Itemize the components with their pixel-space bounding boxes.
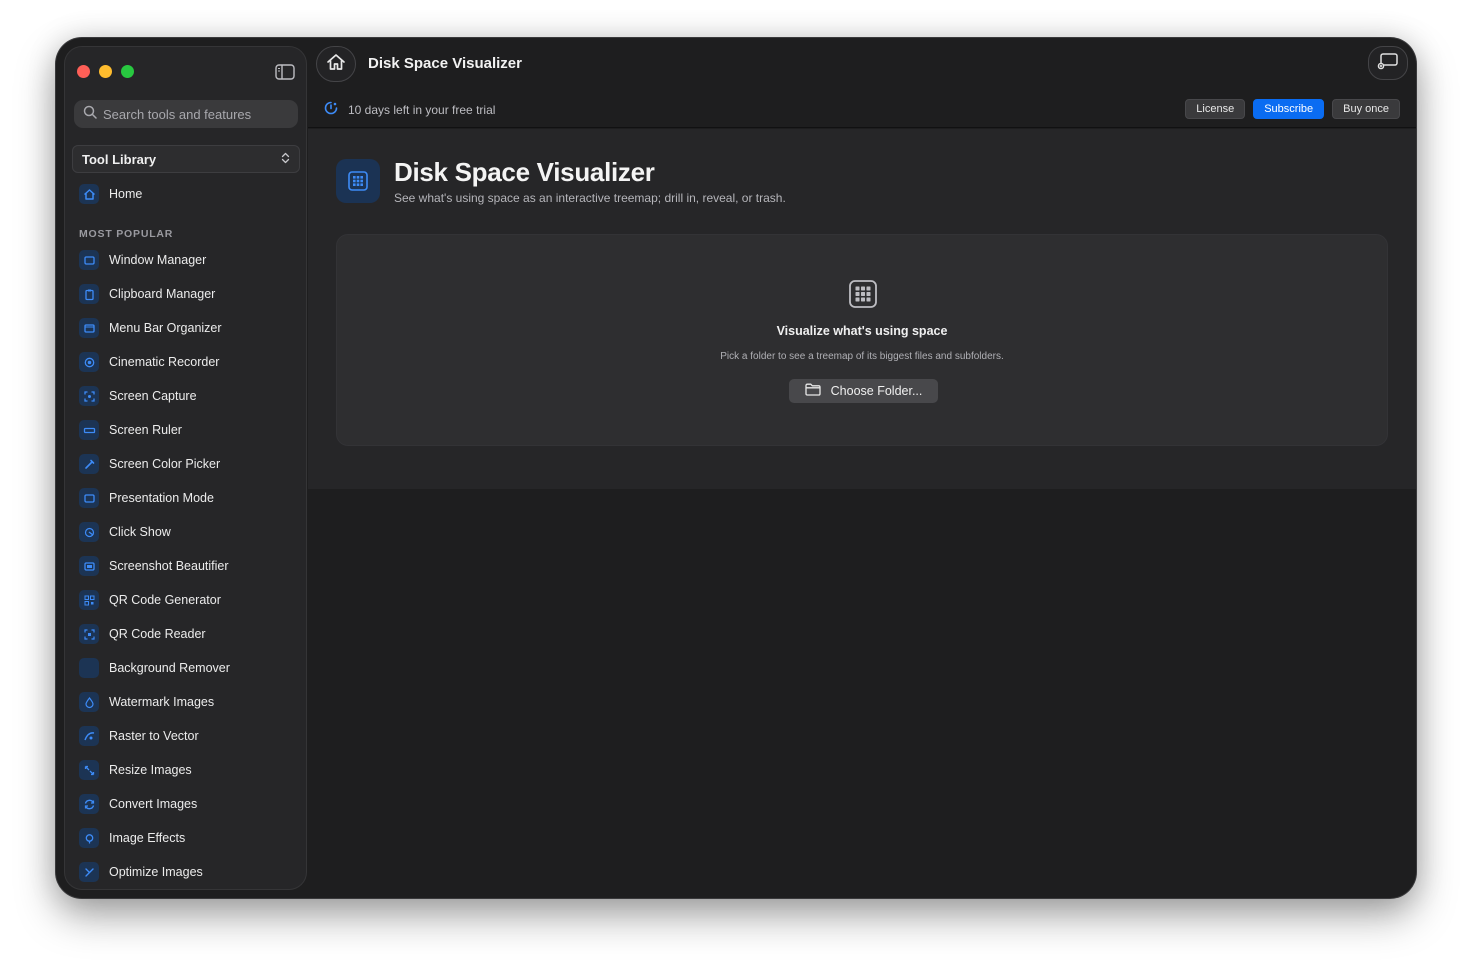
sidebar-item-optimize-images[interactable]: Optimize Images xyxy=(79,859,203,885)
license-button[interactable]: License xyxy=(1185,99,1246,119)
grid-icon xyxy=(848,279,878,309)
sidebar-item-label: Image Effects xyxy=(109,831,186,845)
sidebar-item-background-remover[interactable]: Background Remover xyxy=(79,655,230,681)
sidebar-item-label: Background Remover xyxy=(109,661,230,675)
sidebar: Tool Library Home MOST POPULAR Window Ma… xyxy=(64,46,307,890)
beautify-icon xyxy=(79,556,99,576)
sidebar-item-label: Screen Ruler xyxy=(109,423,182,437)
window-controls xyxy=(77,65,134,78)
empty-state-title: Visualize what's using space xyxy=(776,324,948,338)
ruler-icon xyxy=(79,420,99,440)
eyedropper-icon xyxy=(79,454,99,474)
window-icon xyxy=(79,250,99,270)
window-title: Disk Space Visualizer xyxy=(368,55,522,72)
cast-button[interactable] xyxy=(1368,46,1408,80)
resize-icon xyxy=(79,760,99,780)
sidebar-item-click-show[interactable]: Click Show xyxy=(79,519,171,545)
choose-folder-label: Choose Folder... xyxy=(830,384,923,398)
record-icon xyxy=(79,352,99,372)
sidebar-item-label: Optimize Images xyxy=(109,865,203,879)
search-input[interactable] xyxy=(103,106,283,122)
sidebar-item-convert-images[interactable]: Convert Images xyxy=(79,791,197,817)
home-icon xyxy=(326,53,346,76)
section-label-most-popular: MOST POPULAR xyxy=(79,228,174,240)
sidebar-item-label: Screen Capture xyxy=(109,389,197,403)
background-icon xyxy=(79,658,99,678)
sidebar-item-screen-ruler[interactable]: Screen Ruler xyxy=(79,417,182,443)
sidebar-item-resize-images[interactable]: Resize Images xyxy=(79,757,192,783)
chevron-updown-icon xyxy=(281,152,290,167)
sidebar-item-label: Watermark Images xyxy=(109,695,215,709)
treemap-icon xyxy=(336,159,380,203)
trial-banner: 10 days left in your free trial xyxy=(324,101,495,118)
empty-state-card: Visualize what's using space Pick a fold… xyxy=(336,234,1388,446)
sidebar-item-cinematic-recorder[interactable]: Cinematic Recorder xyxy=(79,349,219,375)
sidebar-item-label: Presentation Mode xyxy=(109,491,214,505)
convert-icon xyxy=(79,794,99,814)
sidebar-item-label: Menu Bar Organizer xyxy=(109,321,222,335)
vector-icon xyxy=(79,726,99,746)
clipboard-icon xyxy=(79,284,99,304)
topbar: Disk Space Visualizer 10 days left in yo… xyxy=(308,38,1416,128)
sidebar-item-label: Screenshot Beautifier xyxy=(109,559,229,573)
sidebar-item-qr-code-reader[interactable]: QR Code Reader xyxy=(79,621,206,647)
search-field[interactable] xyxy=(74,100,298,128)
sidebar-item-screen-color-picker[interactable]: Screen Color Picker xyxy=(79,451,220,477)
home-icon xyxy=(79,184,99,204)
sidebar-item-screen-capture[interactable]: Screen Capture xyxy=(79,383,197,409)
presentation-icon xyxy=(79,488,99,508)
purchase-buttons: License Subscribe Buy once xyxy=(1185,99,1400,119)
main-content: Disk Space Visualizer See what's using s… xyxy=(308,129,1416,489)
buy-once-button[interactable]: Buy once xyxy=(1332,99,1400,119)
sidebar-item-window-manager[interactable]: Window Manager xyxy=(79,247,206,273)
sidebar-item-label: Home xyxy=(109,187,143,201)
sidebar-item-label: Click Show xyxy=(109,525,171,539)
home-button[interactable] xyxy=(316,46,356,82)
sidebar-item-label: QR Code Reader xyxy=(109,627,206,641)
sidebar-item-menu-bar-organizer[interactable]: Menu Bar Organizer xyxy=(79,315,222,341)
sidebar-item-label: Clipboard Manager xyxy=(109,287,216,301)
folder-icon xyxy=(804,383,821,399)
sidebar-item-home[interactable]: Home xyxy=(79,181,142,207)
sidebar-item-label: Cinematic Recorder xyxy=(109,355,220,369)
minimize-window-button[interactable] xyxy=(99,65,112,78)
close-window-button[interactable] xyxy=(77,65,90,78)
sidebar-item-label: Raster to Vector xyxy=(109,729,199,743)
sidebar-item-clipboard-manager[interactable]: Clipboard Manager xyxy=(79,281,215,307)
sidebar-item-image-effects[interactable]: Image Effects xyxy=(79,825,185,851)
subscribe-button[interactable]: Subscribe xyxy=(1253,99,1325,119)
click-icon xyxy=(79,522,99,542)
sidebar-item-presentation-mode[interactable]: Presentation Mode xyxy=(79,485,214,511)
qr-icon xyxy=(79,590,99,610)
sidebar-item-raster-to-vector[interactable]: Raster to Vector xyxy=(79,723,199,749)
drop-icon xyxy=(79,692,99,712)
sidebar-item-label: Window Manager xyxy=(109,253,207,267)
sidebar-item-label: QR Code Generator xyxy=(109,593,221,607)
app-window: Tool Library Home MOST POPULAR Window Ma… xyxy=(56,38,1416,898)
timer-icon xyxy=(324,101,338,118)
sidebar-toggle-icon[interactable] xyxy=(275,64,295,80)
sidebar-item-label: Resize Images xyxy=(109,763,192,777)
sidebar-item-watermark-images[interactable]: Watermark Images xyxy=(79,689,214,715)
sidebar-item-screenshot-beautifier[interactable]: Screenshot Beautifier xyxy=(79,553,229,579)
menubar-icon xyxy=(79,318,99,338)
optimize-icon xyxy=(79,862,99,882)
effects-icon xyxy=(79,828,99,848)
page-title: Disk Space Visualizer xyxy=(394,157,655,187)
tool-library-select[interactable]: Tool Library xyxy=(72,145,300,173)
zoom-window-button[interactable] xyxy=(121,65,134,78)
qr-scan-icon xyxy=(79,624,99,644)
screen-cast-icon xyxy=(1377,52,1399,75)
tool-library-label: Tool Library xyxy=(82,151,157,167)
empty-state-description: Pick a folder to see a treemap of its bi… xyxy=(720,351,1004,362)
sidebar-item-label: Convert Images xyxy=(109,797,198,811)
search-icon xyxy=(83,105,97,124)
sidebar-item-label: Screen Color Picker xyxy=(109,457,221,471)
trial-text: 10 days left in your free trial xyxy=(348,102,496,117)
capture-icon xyxy=(79,386,99,406)
page-subtitle: See what's using space as an interactive… xyxy=(394,191,786,205)
sidebar-item-qr-code-generator[interactable]: QR Code Generator xyxy=(79,587,221,613)
choose-folder-button[interactable]: Choose Folder... xyxy=(789,379,938,403)
